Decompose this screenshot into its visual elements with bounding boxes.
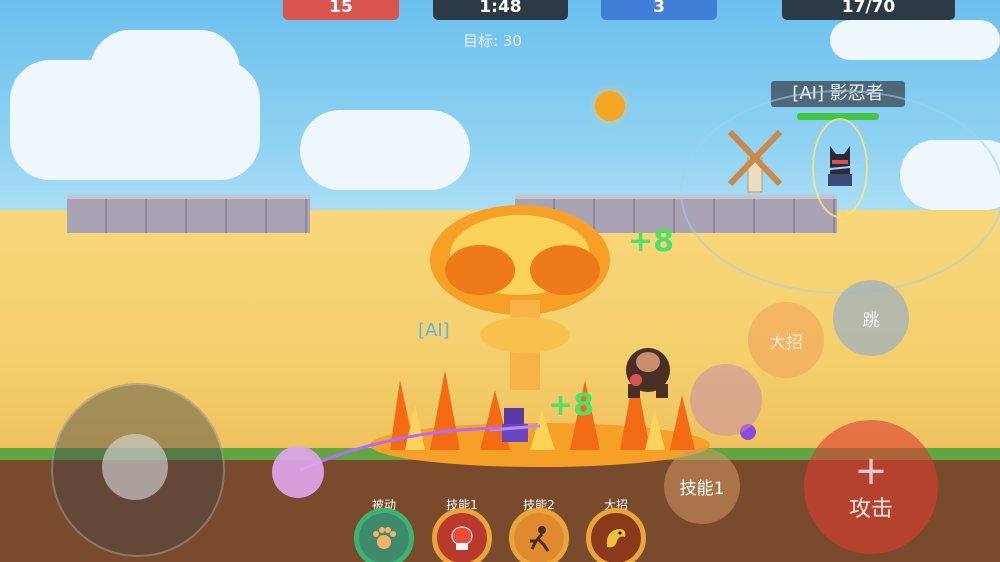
match-timer: 1:48 [433, 0, 568, 20]
cloud [830, 20, 1000, 60]
attack-button[interactable]: + 攻击 [804, 420, 938, 554]
heal-popup-2: +8 [548, 388, 595, 423]
ultimate-skill-slot[interactable] [586, 508, 646, 562]
joystick-knob[interactable] [102, 434, 168, 500]
ultimate-button[interactable]: 大招 [748, 302, 824, 378]
cloud [300, 110, 470, 190]
skill1-slot[interactable] [432, 508, 492, 562]
game-stage: 15 1:48 3 17/70 目标: 30 [AI] 影忍者 +8 +8 [A… [0, 0, 1000, 562]
passive-skill-slot[interactable] [354, 508, 414, 562]
kill-counter: 17/70 [782, 0, 955, 20]
attack-plus-icon: + [854, 448, 888, 494]
partial-ai-tag: [AI] [418, 320, 450, 341]
skill2-button[interactable] [690, 364, 762, 436]
skill2-slot[interactable] [509, 508, 569, 562]
paw-icon [373, 527, 396, 549]
score-goal: 目标: 30 [463, 32, 522, 50]
heal-popup: +8 [628, 224, 675, 259]
dash-runner-icon [530, 526, 550, 552]
gorilla-character-icon [626, 348, 670, 398]
cloud [90, 30, 240, 120]
red-team-score: 15 [283, 0, 399, 20]
blue-team-score: 3 [601, 0, 717, 20]
skill1-button[interactable]: 技能1 [664, 448, 740, 524]
jump-button[interactable]: 跳 [833, 280, 909, 356]
power-orb-icon [595, 91, 625, 121]
attack-label: 攻击 [848, 497, 893, 522]
dragon-icon [606, 529, 626, 548]
boxing-glove-icon [451, 526, 473, 550]
stone-platform-left [67, 195, 310, 233]
